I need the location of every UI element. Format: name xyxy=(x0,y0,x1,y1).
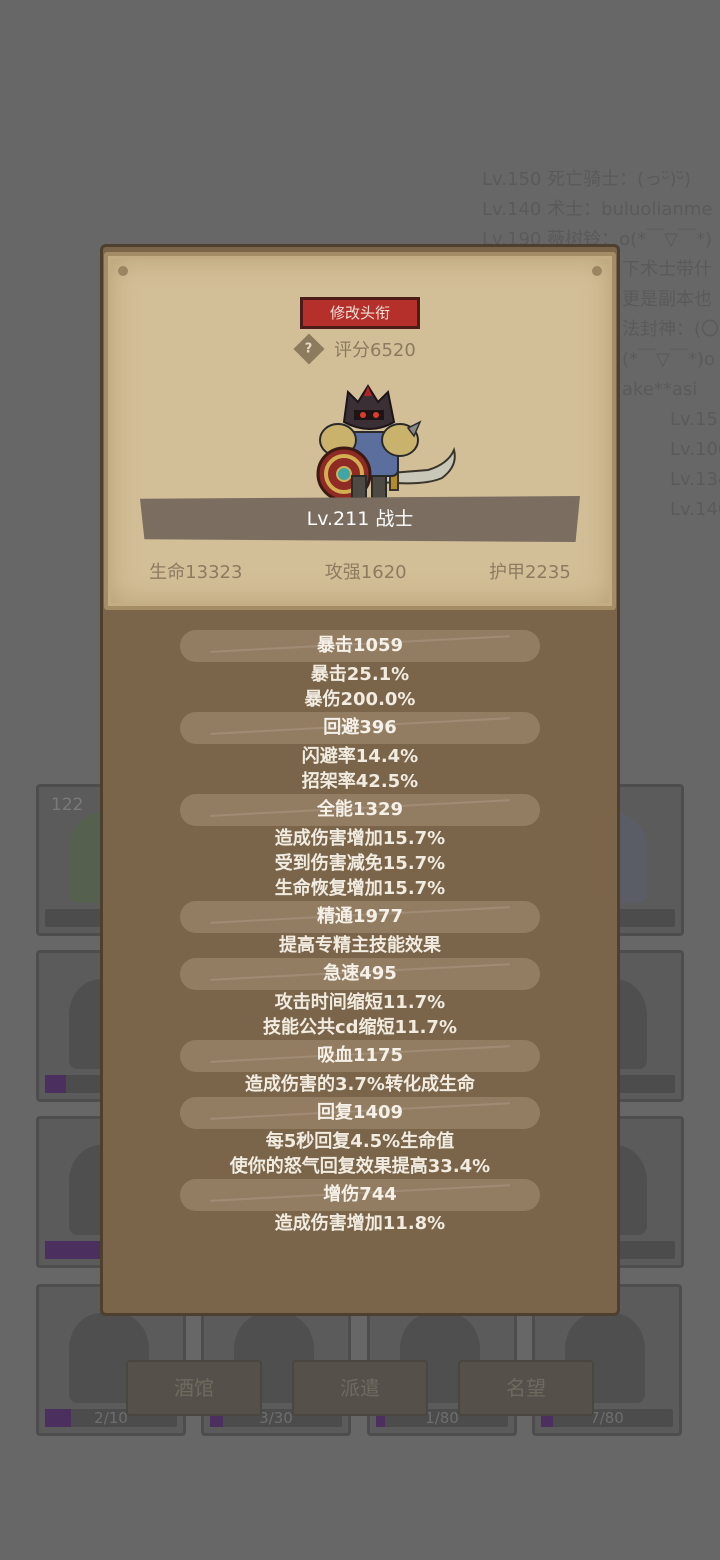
versatility-stat-header: 全能1329 xyxy=(180,794,540,826)
stat-detail: 受到伤害减免15.7% xyxy=(274,853,446,874)
edit-title-button[interactable]: 修改头衔 xyxy=(300,297,420,329)
armor-stat: 护甲2235 xyxy=(488,562,571,583)
stat-detail: 闪避率14.4% xyxy=(301,746,419,767)
score-label: 评分6520 xyxy=(334,340,416,361)
chat-line: Lv.150 死亡骑士：(っᵕ̈)ᵕ̈) xyxy=(482,169,692,190)
leech-stat-header: 吸血1175 xyxy=(180,1040,540,1072)
reputation-button[interactable]: 名望 xyxy=(458,1360,594,1416)
help-icon[interactable]: ? xyxy=(293,333,325,365)
rivet xyxy=(592,266,602,276)
crit-stat-header: 暴击1059 xyxy=(180,630,540,662)
stat-detail: 技能公共cd缩短11.7% xyxy=(262,1017,457,1038)
stat-detail: 造成伤害的3.7%转化成生命 xyxy=(245,1074,475,1095)
recovery-stat-header: 回复1409 xyxy=(180,1097,540,1129)
mastery-stat-header: 精通1977 xyxy=(180,901,540,933)
stat-detail: 攻击时间缩短11.7% xyxy=(274,992,446,1013)
attack-stat: 攻强1620 xyxy=(324,562,407,583)
warrior-hero-sprite xyxy=(316,384,456,502)
stat-detail: 使你的怒气回复效果提高33.4% xyxy=(229,1156,491,1177)
stat-detail: 暴击25.1% xyxy=(310,664,410,685)
stat-detail: 造成伤害增加11.8% xyxy=(274,1213,446,1234)
tavern-button[interactable]: 酒馆 xyxy=(126,1360,262,1416)
chat-line: Lv.140 术士：buluolianme xyxy=(482,199,713,220)
score-row: ? 评分6520 xyxy=(293,333,416,365)
stat-detail: 招架率42.5% xyxy=(301,771,419,792)
damage-bonus-stat-header: 增伤744 xyxy=(180,1179,540,1211)
haste-stat-header: 急速495 xyxy=(180,958,540,990)
stat-detail: 每5秒回复4.5%生命值 xyxy=(265,1131,455,1152)
avoidance-stat-header: 回避396 xyxy=(180,712,540,744)
hero-level: 122 xyxy=(51,795,84,815)
rivet xyxy=(118,266,128,276)
stat-detail: 生命恢复增加15.7% xyxy=(274,878,446,899)
stat-detail: 暴伤200.0% xyxy=(304,689,416,710)
hero-name-banner: Lv.211 战士 xyxy=(140,496,580,542)
stat-detail: 造成伤害增加15.7% xyxy=(274,828,446,849)
secondary-stats-list: 暴击1059 暴击25.1% 暴伤200.0% 回避396 闪避率14.4% 招… xyxy=(100,630,620,1236)
hp-stat: 生命13323 xyxy=(149,562,243,583)
stat-detail: 提高专精主技能效果 xyxy=(279,935,441,956)
dispatch-button[interactable]: 派遣 xyxy=(292,1360,428,1416)
base-stats-row: 生命13323 攻强1620 护甲2235 xyxy=(108,558,612,584)
